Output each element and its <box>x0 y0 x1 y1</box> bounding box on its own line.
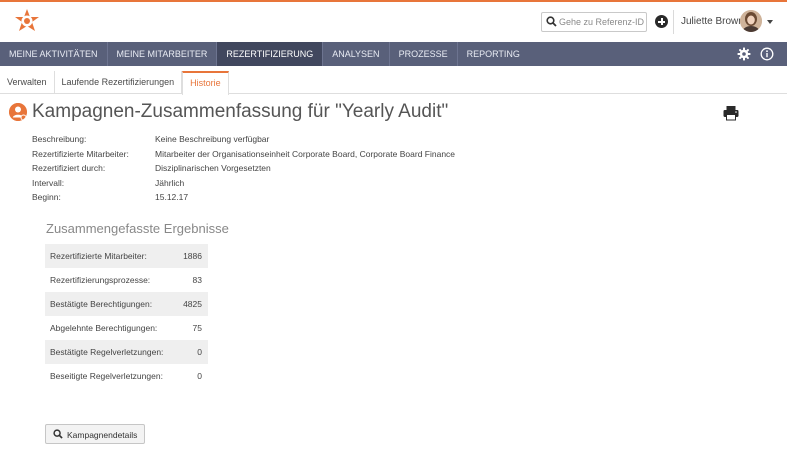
result-value: 0 <box>176 340 208 364</box>
result-value: 0 <box>197 371 202 381</box>
page-title: Kampagnen-Zusammenfassung für "Yearly Au… <box>32 101 449 122</box>
main-nav: MEINE AKTIVITÄTEN MEINE MITARBEITER REZE… <box>0 42 787 66</box>
sub-nav: Verwalten Laufende Rezertifizierungen Hi… <box>0 71 787 95</box>
result-value: 83 <box>192 275 202 285</box>
user-badge-icon <box>9 103 27 121</box>
detail-label: Rezertifiziert durch: <box>32 163 106 173</box>
detail-label: Beginn: <box>32 192 61 202</box>
detail-label: Rezertifizierte Mitarbeiter: <box>32 148 129 159</box>
nav-item-rezertifizierung[interactable]: REZERTIFIZIERUNG <box>217 42 324 66</box>
result-label: Bestätigte Berechtigungen: <box>45 292 177 316</box>
detail-value: 15.12.17 <box>155 192 189 202</box>
result-label: Rezertifizierungsprozesse: <box>50 275 151 285</box>
table-row: Rezertifizierte Mitarbeiter: 1886 <box>45 244 208 268</box>
user-name[interactable]: Juliette Brown <box>681 16 744 27</box>
table-row: Beseitigte Regelverletzungen: 0 <box>45 364 208 388</box>
nav-item-meine-aktivitaeten[interactable]: MEINE AKTIVITÄTEN <box>0 42 108 66</box>
header-divider <box>673 10 674 34</box>
nav-item-analysen[interactable]: ANALYSEN <box>323 42 390 66</box>
result-label: Beseitigte Regelverletzungen: <box>50 371 163 381</box>
results-section-title: Zusammengefasste Ergebnisse <box>46 221 229 236</box>
logo-icon[interactable] <box>14 8 40 34</box>
table-row: Bestätigte Berechtigungen: 4825 <box>45 292 208 316</box>
tab-historie[interactable]: Historie <box>182 71 229 95</box>
reference-id-input[interactable] <box>559 15 645 29</box>
result-label: Rezertifizierte Mitarbeiter: <box>45 244 177 268</box>
campaign-details-label: Kampagnendetails <box>67 430 138 440</box>
detail-value: Jährlich <box>155 177 185 188</box>
table-row: Rezertifizierungsprozesse: 83 <box>45 268 208 292</box>
result-value: 75 <box>192 323 202 333</box>
table-row: Abgelehnte Berechtigungen: 75 <box>45 316 208 340</box>
search-icon <box>53 429 63 439</box>
nav-item-prozesse[interactable]: PROZESSE <box>390 42 458 66</box>
search-icon <box>546 16 557 27</box>
top-bar: Juliette Brown <box>0 0 787 41</box>
detail-value: Disziplinarischen Vorgesetzten <box>155 163 271 173</box>
result-value: 1886 <box>176 244 208 268</box>
detail-label: Beschreibung: <box>32 134 87 144</box>
gear-icon[interactable] <box>737 47 751 61</box>
avatar-image <box>740 10 762 32</box>
results-table: Rezertifizierte Mitarbeiter: 1886 Rezert… <box>45 244 208 388</box>
result-label: Bestätigte Regelverletzungen: <box>45 340 177 364</box>
plus-circle-icon[interactable] <box>655 15 668 28</box>
nav-item-meine-mitarbeiter[interactable]: MEINE MITARBEITER <box>108 42 218 66</box>
result-value: 4825 <box>176 292 208 316</box>
detail-label: Intervall: <box>32 177 65 188</box>
nav-item-reporting[interactable]: REPORTING <box>458 42 529 66</box>
detail-value: Keine Beschreibung verfügbar <box>155 134 270 144</box>
tab-verwalten[interactable]: Verwalten <box>0 71 55 93</box>
result-label: Abgelehnte Berechtigungen: <box>50 323 158 333</box>
tab-laufende-rezertifizierungen[interactable]: Laufende Rezertifizierungen <box>55 71 183 93</box>
detail-value: Mitarbeiter der Organisationseinheit Cor… <box>155 148 456 159</box>
campaign-details-button[interactable]: Kampagnendetails <box>45 424 145 444</box>
info-icon[interactable] <box>760 47 774 61</box>
reference-search[interactable] <box>541 12 647 32</box>
printer-icon[interactable] <box>722 105 740 121</box>
avatar[interactable] <box>740 10 762 32</box>
table-row: Bestätigte Regelverletzungen: 0 <box>45 340 208 364</box>
chevron-down-icon[interactable] <box>767 20 773 24</box>
